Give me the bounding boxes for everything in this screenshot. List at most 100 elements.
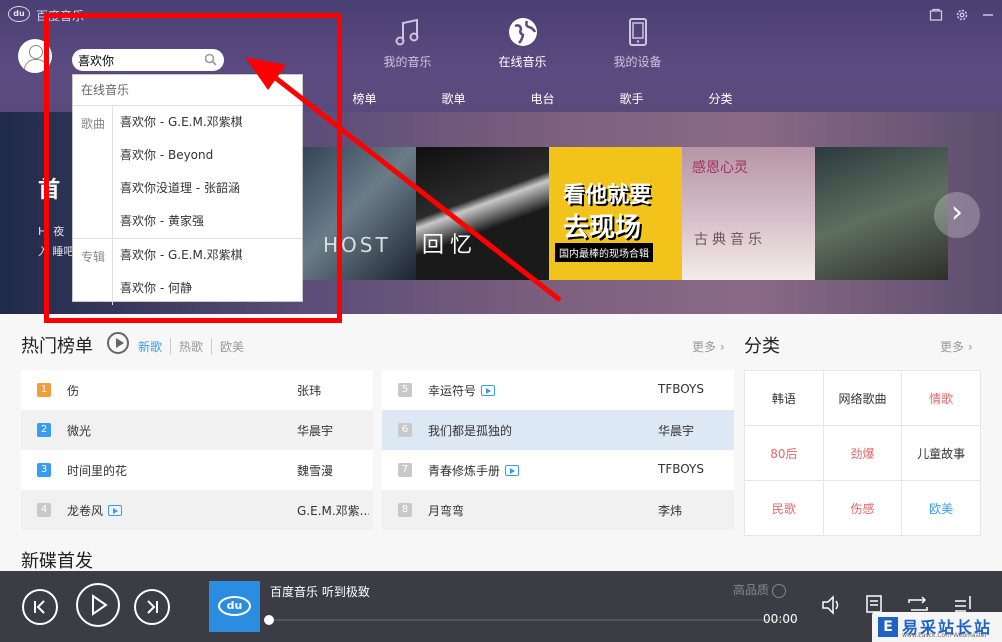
chart-song-item[interactable]: 2 微光 华晨宇: [21, 410, 373, 450]
minimize-icon[interactable]: [980, 8, 996, 24]
subnav-item-categories[interactable]: 分类: [676, 90, 765, 107]
song-artist[interactable]: 张玮: [297, 382, 369, 399]
next-button[interactable]: [134, 589, 170, 625]
rank-badge: 5: [398, 383, 412, 397]
song-title-cell: 伤: [67, 382, 79, 399]
category-grid: 韩语 网络歌曲 情歌 80后 劲爆 儿童故事民歌 伤感 欧美: [744, 370, 981, 536]
tab-label: 我的设备: [613, 55, 662, 69]
song-artist[interactable]: 魏雪漫: [297, 462, 369, 479]
chart-row: 1 伤 张玮 5 幸运符号 TFBOYS: [21, 370, 734, 410]
song-artist[interactable]: 华晨宇: [658, 422, 730, 439]
time-display: 00:00: [763, 612, 798, 626]
top-nav: 我的音乐 在线音乐 我的设备: [350, 14, 695, 70]
progress-knob[interactable]: [264, 615, 274, 625]
tile-text: 国内最棒的现场合辑: [555, 243, 653, 262]
category-item[interactable]: 欧美: [902, 481, 980, 535]
category-item[interactable]: 80后: [745, 426, 823, 480]
more-label: 更多: [692, 340, 717, 354]
song-title: 时间里的花: [67, 464, 128, 478]
rank-badge: 4: [37, 503, 51, 517]
song-title-cell: 我们都是孤独的: [428, 422, 512, 439]
song-title-cell: 幸运符号: [428, 382, 496, 399]
subnav-item-playlists[interactable]: 歌单: [409, 90, 498, 107]
chart-song-item[interactable]: 1 伤 张玮: [21, 370, 373, 410]
chart-row: 2 微光 华晨宇 6 我们都是孤独的 华晨宇: [21, 410, 734, 450]
banner-tile[interactable]: 看他就要 去现场 国内最棒的现场合辑: [549, 147, 682, 280]
subnav-item-radio[interactable]: 电台: [498, 90, 587, 107]
quality-selector[interactable]: 高品质: [733, 581, 787, 598]
categories-more-link[interactable]: 更多 ›: [940, 338, 973, 355]
banner-tile[interactable]: 感恩心灵 古典音乐: [682, 147, 815, 280]
chart-song-item[interactable]: 3 时间里的花 魏雪漫: [21, 450, 373, 490]
song-title: 月弯弯: [428, 504, 465, 518]
charts-title: 热门榜单: [21, 336, 93, 357]
category-item[interactable]: 情歌: [902, 371, 980, 425]
window-controls: [928, 8, 996, 24]
rank-badge: 2: [37, 423, 51, 437]
chart-song-item[interactable]: 8 月弯弯 李炜: [382, 490, 734, 530]
rank-badge: 7: [398, 463, 412, 477]
album-cover[interactable]: du: [209, 581, 260, 632]
tab-new-songs[interactable]: 新歌: [138, 338, 170, 355]
song-title: 微光: [67, 424, 92, 438]
banner-tile[interactable]: [815, 147, 948, 280]
category-item[interactable]: 网络歌曲: [823, 371, 902, 425]
song-title: 我们都是孤独的: [428, 424, 513, 438]
category-item[interactable]: 民歌: [745, 481, 823, 535]
song-artist[interactable]: TFBOYS: [658, 382, 730, 396]
watermark-url: www.Easck.Com Webmaster: [902, 632, 988, 639]
mv-icon[interactable]: [108, 505, 123, 516]
previous-button[interactable]: [22, 589, 58, 625]
chart-song-item[interactable]: 4 龙卷风 G.E.M.邓紫...: [21, 490, 373, 530]
song-title-cell: 月弯弯: [428, 502, 464, 519]
category-item[interactable]: 伤感: [823, 481, 902, 535]
tab-online-music[interactable]: 在线音乐: [465, 14, 580, 70]
rank-badge: 8: [398, 503, 412, 517]
mv-icon[interactable]: [505, 465, 520, 476]
now-playing-title: 百度音乐 听到极致: [270, 585, 370, 599]
tab-hot-songs[interactable]: 热歌: [170, 338, 211, 355]
banner-tiles: HOST 回忆 看他就要 去现场 国内最棒的现场合辑 感恩心灵 古典音乐: [283, 147, 948, 280]
rank-badge: 6: [398, 423, 412, 437]
tab-my-music[interactable]: 我的音乐: [350, 14, 465, 70]
highlight-box: [44, 13, 342, 323]
app-logo: du: [8, 6, 30, 22]
quality-label: 高品质: [733, 583, 770, 597]
song-artist[interactable]: 华晨宇: [297, 422, 369, 439]
category-item[interactable]: 儿童故事: [902, 426, 980, 480]
main-content: 热门榜单 新歌 热歌 欧美 更多 › 分类 更多 › 1 伤 张玮 5 幸运符号 TFBO…: [0, 314, 1002, 572]
category-item[interactable]: 韩语: [745, 371, 823, 425]
song-artist[interactable]: G.E.M.邓紫...: [297, 502, 369, 519]
tab-label: 我的音乐: [383, 55, 432, 69]
gear-icon[interactable]: [954, 8, 970, 24]
song-artist[interactable]: TFBOYS: [658, 462, 730, 476]
tab-western[interactable]: 欧美: [211, 338, 252, 355]
tab-my-device[interactable]: 我的设备: [580, 14, 695, 70]
tile-text: 回忆: [422, 233, 479, 258]
skin-icon[interactable]: [928, 8, 944, 24]
song-title: 伤: [67, 384, 80, 398]
song-artist[interactable]: 李炜: [658, 502, 730, 519]
banner-tile[interactable]: 回忆: [416, 147, 549, 280]
chart-song-item[interactable]: 7 青春修炼手册 TFBOYS: [382, 450, 734, 490]
music-note-icon: [350, 14, 465, 50]
phone-icon: [580, 14, 695, 50]
subnav-item-singers[interactable]: 歌手: [587, 90, 676, 107]
charts-more-link[interactable]: 更多 ›: [692, 338, 725, 355]
song-title: 龙卷风: [67, 504, 104, 518]
category-item[interactable]: 劲爆: [823, 426, 902, 480]
play-button[interactable]: [76, 583, 120, 627]
play-all-icon[interactable]: [107, 332, 129, 354]
tile-text: 感恩心灵: [692, 160, 748, 176]
chart-song-item[interactable]: 5 幸运符号 TFBOYS: [382, 370, 734, 410]
chevron-down-icon: [772, 583, 787, 598]
song-title: 幸运符号: [428, 384, 477, 398]
progress-bar[interactable]: [264, 615, 798, 625]
song-title-cell: 青春修炼手册: [428, 462, 520, 479]
mv-icon[interactable]: [481, 385, 496, 396]
volume-icon[interactable]: [820, 593, 844, 617]
chart-tabs: 新歌 热歌 欧美: [138, 338, 252, 355]
chevron-right-icon[interactable]: ›: [934, 192, 980, 238]
chart-song-item[interactable]: 6 我们都是孤独的 华晨宇: [382, 410, 734, 450]
play-icon: [92, 594, 108, 616]
